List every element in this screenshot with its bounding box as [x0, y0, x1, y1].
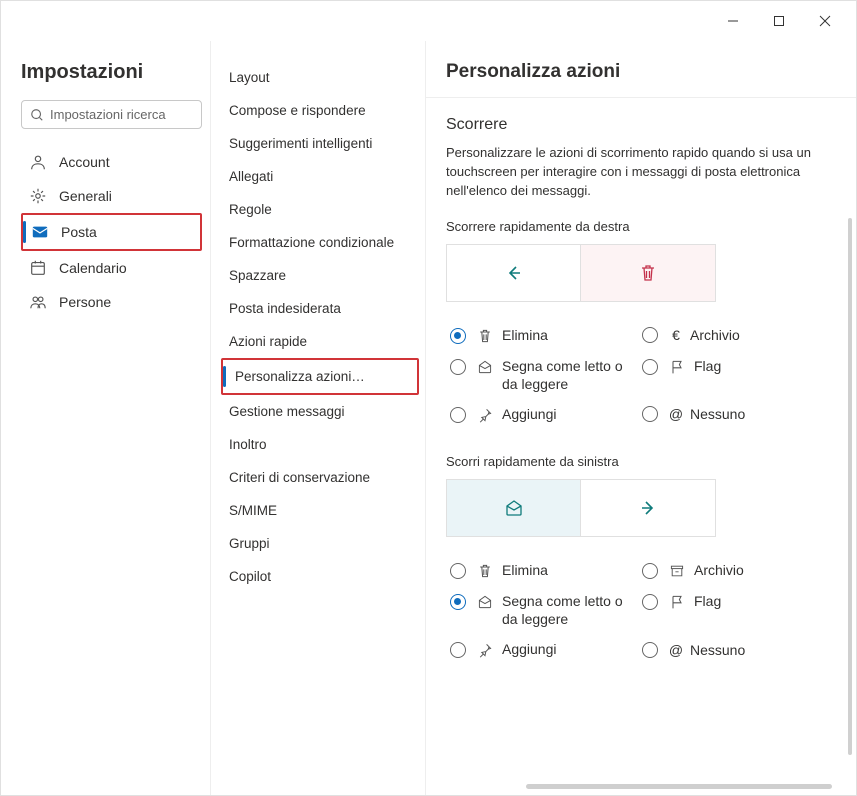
calendar-icon — [29, 259, 47, 277]
opt-flag-left[interactable]: Flag — [638, 586, 830, 634]
search-icon — [30, 108, 44, 122]
swipe-right-preview-right — [581, 244, 716, 302]
radio-icon — [642, 327, 658, 343]
nav-label: Persone — [59, 294, 111, 310]
panel-title: Personalizza azioni — [446, 61, 836, 83]
radio-icon — [450, 594, 466, 610]
flag-icon — [668, 358, 686, 376]
swipe-right-preview — [446, 244, 846, 302]
nav-label: Calendario — [59, 260, 127, 276]
opt-nessuno-left[interactable]: @ Nessuno — [638, 634, 830, 665]
sub-layout[interactable]: Layout — [221, 61, 419, 94]
sub-smime[interactable]: S/MIME — [221, 494, 419, 527]
opt-aggiungi-left[interactable]: Aggiungi — [446, 634, 638, 665]
none-icon: @ — [668, 406, 684, 422]
mail-read-icon — [476, 593, 494, 611]
opt-archivio-left[interactable]: Archivio — [638, 555, 830, 586]
swipe-left-preview-right — [581, 479, 716, 537]
sub-azioni-rapide[interactable]: Azioni rapide — [221, 325, 419, 358]
opt-elimina-left[interactable]: Elimina — [446, 555, 638, 586]
horizontal-scrollbar[interactable] — [526, 784, 832, 789]
sub-inoltro[interactable]: Inoltro — [221, 428, 419, 461]
radio-icon — [642, 359, 658, 375]
radio-icon — [642, 594, 658, 610]
sub-gestione[interactable]: Gestione messaggi — [221, 395, 419, 428]
radio-icon — [642, 563, 658, 579]
nav-label: Account — [59, 154, 110, 170]
opt-segna-right[interactable]: Segna come letto o da leggere — [446, 351, 638, 399]
minimize-button[interactable] — [710, 5, 756, 37]
radio-icon — [450, 563, 466, 579]
radio-icon — [642, 642, 658, 658]
gear-icon — [29, 187, 47, 205]
swipe-left-preview — [446, 479, 846, 537]
scorrere-title: Scorrere — [446, 116, 846, 134]
sub-personalizza-highlight: Personalizza azioni… — [221, 358, 419, 395]
none-icon: @ — [668, 642, 684, 658]
pin-icon — [476, 406, 494, 424]
sub-personalizza-azioni[interactable]: Personalizza azioni… — [223, 360, 417, 393]
delete-icon — [476, 327, 494, 345]
archive-icon: € — [668, 327, 684, 343]
swipe-right-preview-left — [446, 244, 581, 302]
sub-regole[interactable]: Regole — [221, 193, 419, 226]
sub-copilot[interactable]: Copilot — [221, 560, 419, 593]
people-icon — [29, 293, 47, 311]
swipe-right-label: Scorrere rapidamente da destra — [446, 219, 846, 234]
pin-icon — [476, 641, 494, 659]
opt-aggiungi-right[interactable]: Aggiungi — [446, 399, 638, 430]
mail-read-icon — [504, 498, 524, 518]
sub-formattazione[interactable]: Formattazione condizionale — [221, 226, 419, 259]
vertical-scrollbar[interactable] — [848, 218, 852, 755]
settings-heading: Impostazioni — [21, 61, 202, 84]
titlebar — [1, 1, 856, 41]
nav-account[interactable]: Account — [21, 145, 202, 179]
sub-compose[interactable]: Compose e rispondere — [221, 94, 419, 127]
nav-posta[interactable]: Posta — [23, 215, 200, 249]
maximize-button[interactable] — [756, 5, 802, 37]
mail-read-icon — [476, 358, 494, 376]
opt-nessuno-right[interactable]: @ Nessuno — [638, 399, 830, 430]
opt-archivio-right[interactable]: € Archivio — [638, 320, 830, 351]
sub-spazzare[interactable]: Spazzare — [221, 259, 419, 292]
sub-suggerimenti[interactable]: Suggerimenti intelligenti — [221, 127, 419, 160]
radio-icon — [450, 642, 466, 658]
nav-calendario[interactable]: Calendario — [21, 251, 202, 285]
nav-label: Posta — [61, 224, 97, 240]
radio-icon — [450, 407, 466, 423]
close-button[interactable] — [802, 5, 848, 37]
delete-icon — [476, 562, 494, 580]
nav-posta-highlight: Posta — [21, 213, 202, 251]
radio-icon — [642, 406, 658, 422]
sub-allegati[interactable]: Allegati — [221, 160, 419, 193]
scorrere-desc: Personalizzare le azioni di scorrimento … — [446, 144, 846, 201]
sub-posta-indesiderata[interactable]: Posta indesiderata — [221, 292, 419, 325]
swipe-left-label: Scorri rapidamente da sinistra — [446, 454, 846, 469]
search-input[interactable]: Impostazioni ricerca — [21, 100, 202, 129]
delete-icon — [638, 263, 658, 283]
person-icon — [29, 153, 47, 171]
nav-generali[interactable]: Generali — [21, 179, 202, 213]
archive-icon — [668, 562, 686, 580]
arrow-left-icon — [504, 263, 524, 283]
sub-criteri[interactable]: Criteri di conservazione — [221, 461, 419, 494]
sub-gruppi[interactable]: Gruppi — [221, 527, 419, 560]
opt-flag-right[interactable]: Flag — [638, 351, 830, 399]
radio-icon — [450, 359, 466, 375]
mail-icon — [31, 223, 49, 241]
nav-persone[interactable]: Persone — [21, 285, 202, 319]
opt-elimina-right[interactable]: Elimina — [446, 320, 638, 351]
nav-label: Generali — [59, 188, 112, 204]
arrow-right-icon — [638, 498, 658, 518]
search-placeholder: Impostazioni ricerca — [50, 107, 166, 122]
swipe-left-preview-left — [446, 479, 581, 537]
opt-segna-left[interactable]: Segna come letto o da leggere — [446, 586, 638, 634]
flag-icon — [668, 593, 686, 611]
radio-icon — [450, 328, 466, 344]
